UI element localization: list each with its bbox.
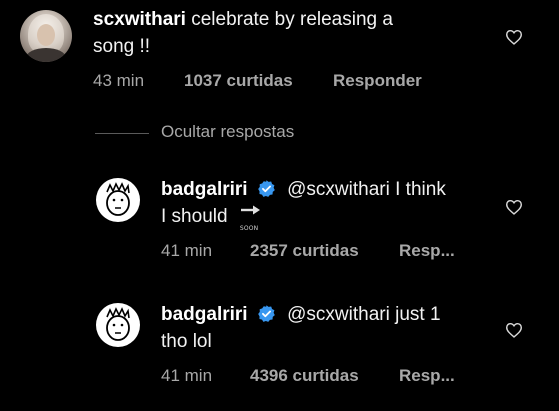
- heart-icon[interactable]: [505, 29, 523, 45]
- cartoon-face-icon: [97, 179, 139, 221]
- mention-link[interactable]: @scxwithari: [287, 304, 390, 325]
- reply-button[interactable]: Resp...: [399, 241, 455, 261]
- reply-body-line2: I should SOON: [161, 204, 263, 232]
- likes-count[interactable]: 1037 curtidas: [184, 71, 293, 91]
- reply-text: badgalriri @scxwithari I think: [161, 177, 446, 203]
- reply-body-line1: I think: [389, 179, 446, 200]
- heart-icon[interactable]: [505, 322, 523, 338]
- comment-text: scxwithari celebrate by releasing a: [93, 7, 393, 33]
- username[interactable]: badgalriri: [161, 304, 248, 325]
- verified-badge-icon: [258, 180, 275, 197]
- mention-link[interactable]: @scxwithari: [287, 179, 390, 200]
- verified-badge-icon: [258, 305, 275, 322]
- avatar[interactable]: [96, 178, 140, 222]
- username[interactable]: badgalriri: [161, 179, 248, 200]
- timestamp: 41 min: [161, 366, 213, 385]
- reply-item: badgalriri @scxwithari just 1 tho lol 41…: [0, 295, 559, 395]
- comment-body-line2: song !!: [93, 36, 151, 57]
- reply-button[interactable]: Responder: [333, 71, 422, 91]
- avatar-body: [26, 48, 66, 62]
- timestamp: 41 min: [161, 241, 213, 260]
- timestamp: 43 min: [93, 71, 145, 90]
- reply-button[interactable]: Resp...: [399, 366, 455, 386]
- reply-body-line1: just 1: [389, 304, 441, 325]
- likes-count[interactable]: 4396 curtidas: [250, 366, 359, 386]
- comment-body-line1: celebrate by releasing a: [185, 9, 393, 30]
- avatar-face: [37, 24, 55, 46]
- likes-count[interactable]: 2357 curtidas: [250, 241, 359, 261]
- comment-item: scxwithari celebrate by releasing a song…: [0, 0, 559, 110]
- heart-icon[interactable]: [505, 199, 523, 215]
- reply-text: badgalriri @scxwithari just 1: [161, 302, 441, 328]
- cartoon-face-icon: [97, 304, 139, 346]
- divider: [95, 133, 149, 134]
- username[interactable]: scxwithari: [93, 9, 186, 30]
- reply-item: badgalriri @scxwithari I think I should …: [0, 170, 559, 270]
- hide-replies-button[interactable]: Ocultar respostas: [161, 122, 294, 142]
- reply-body-line2: tho lol: [161, 331, 212, 352]
- avatar[interactable]: [20, 10, 72, 62]
- avatar[interactable]: [96, 303, 140, 347]
- soon-arrow-icon: SOON: [239, 204, 263, 232]
